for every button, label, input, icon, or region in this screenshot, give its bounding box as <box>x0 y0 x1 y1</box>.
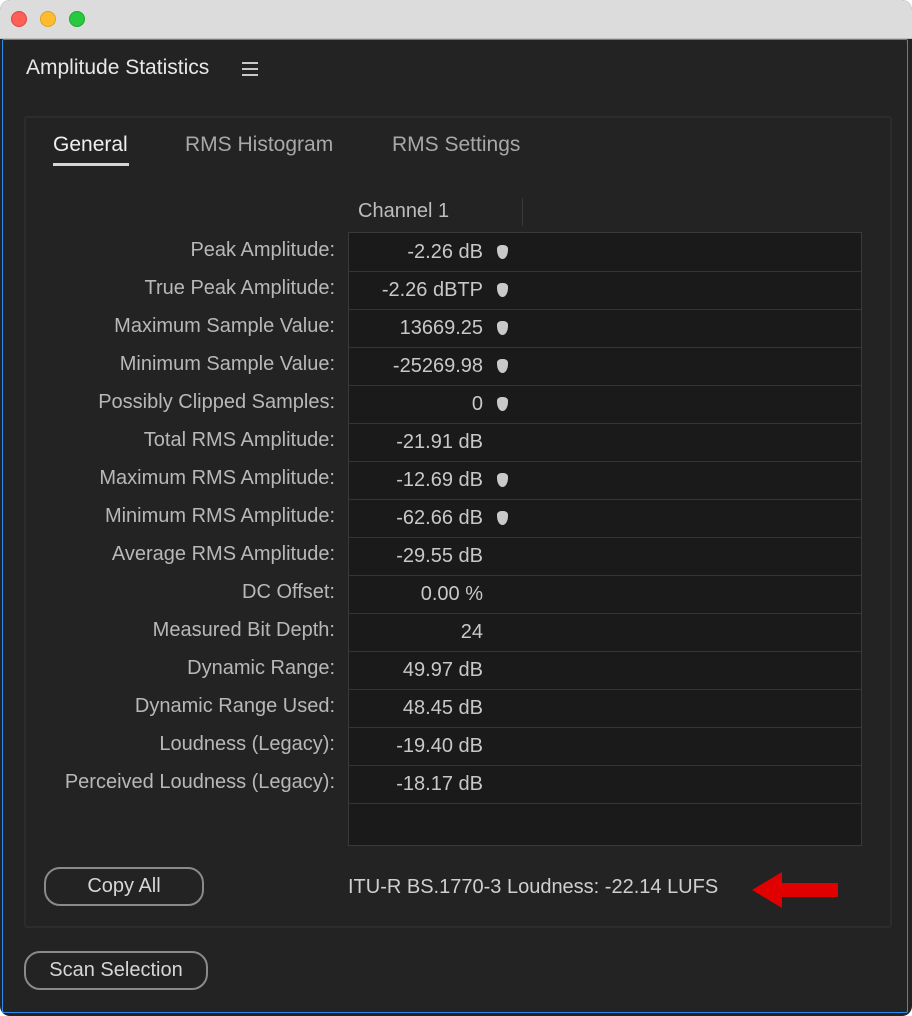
stat-value: 48.45 dB <box>402 697 483 719</box>
column-divider <box>522 198 523 226</box>
stat-label: Loudness (Legacy): <box>159 733 335 755</box>
stat-label: Maximum Sample Value: <box>114 315 335 337</box>
stat-value: -19.40 dB <box>396 735 483 757</box>
stat-label: Dynamic Range: <box>187 657 335 679</box>
row-divider <box>349 765 861 766</box>
stat-label: Measured Bit Depth: <box>152 619 335 641</box>
column-header-channel-1: Channel 1 <box>358 200 450 222</box>
row-divider <box>349 803 861 804</box>
stat-label: Total RMS Amplitude: <box>143 429 335 451</box>
scan-selection-button[interactable]: Scan Selection <box>24 951 208 990</box>
stat-value: -21.91 dB <box>396 431 483 453</box>
tab-general[interactable]: General <box>53 133 128 157</box>
title-bar <box>0 0 912 39</box>
tab-rms-histogram[interactable]: RMS Histogram <box>185 133 333 157</box>
stat-value: -25269.98 <box>392 355 483 377</box>
stat-value: 24 <box>460 621 483 643</box>
itu-loudness-readout: ITU-R BS.1770-3 Loudness: -22.14 LUFS <box>348 876 719 898</box>
row-divider <box>349 347 861 348</box>
stat-value: -2.26 dB <box>407 241 483 263</box>
row-divider <box>349 423 861 424</box>
active-tab-indicator <box>53 163 129 166</box>
row-divider <box>349 461 861 462</box>
row-divider <box>349 613 861 614</box>
zoom-window-button[interactable] <box>69 11 85 27</box>
tab-rms-settings[interactable]: RMS Settings <box>392 133 520 157</box>
stat-label: Peak Amplitude: <box>190 239 335 261</box>
stat-value: 0.00 % <box>420 583 483 605</box>
row-divider <box>349 499 861 500</box>
red-arrow-annotation-icon <box>752 872 838 908</box>
stat-value: 0 <box>471 393 483 415</box>
amplitude-statistics-window: Amplitude Statistics General RMS Histogr… <box>0 0 912 1016</box>
row-divider <box>349 385 861 386</box>
copy-all-button[interactable]: Copy All <box>44 867 204 906</box>
stat-value: -18.17 dB <box>396 773 483 795</box>
row-divider <box>349 537 861 538</box>
stat-label: True Peak Amplitude: <box>144 277 335 299</box>
hamburger-menu-icon[interactable] <box>242 62 258 76</box>
row-divider <box>349 727 861 728</box>
stat-value: 13669.25 <box>399 317 483 339</box>
row-divider <box>349 689 861 690</box>
stat-label: Minimum RMS Amplitude: <box>104 505 335 527</box>
row-divider <box>349 651 861 652</box>
stat-value: -12.69 dB <box>396 469 483 491</box>
stat-value: -2.26 dBTP <box>381 279 483 301</box>
close-window-button[interactable] <box>11 11 27 27</box>
stat-label: Average RMS Amplitude: <box>111 543 335 565</box>
minimize-window-button[interactable] <box>40 11 56 27</box>
stat-label: DC Offset: <box>242 581 335 603</box>
row-divider <box>349 271 861 272</box>
row-divider <box>349 309 861 310</box>
stat-label: Perceived Loudness (Legacy): <box>64 771 335 793</box>
row-divider <box>349 575 861 576</box>
stat-label: Minimum Sample Value: <box>119 353 335 375</box>
stat-label: Dynamic Range Used: <box>134 695 335 717</box>
stat-value: 49.97 dB <box>402 659 483 681</box>
panel-title: Amplitude Statistics <box>26 56 210 79</box>
stat-label: Possibly Clipped Samples: <box>98 391 335 413</box>
stat-value: -29.55 dB <box>396 545 483 567</box>
stat-label: Maximum RMS Amplitude: <box>99 467 335 489</box>
stat-value: -62.66 dB <box>396 507 483 529</box>
